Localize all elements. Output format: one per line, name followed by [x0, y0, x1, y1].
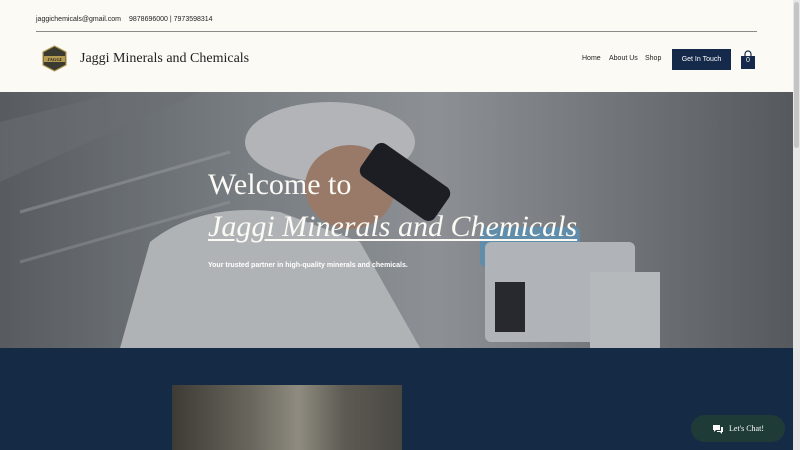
contact-email[interactable]: jaggichemicals@gmail.com — [36, 16, 121, 23]
chat-button[interactable]: Let's Chat! — [691, 415, 785, 442]
scrollbar-thumb[interactable] — [794, 2, 799, 148]
nav-shop[interactable]: Shop — [645, 55, 661, 62]
chat-label: Let's Chat! — [729, 424, 764, 433]
logo-icon[interactable]: JAGGI — [41, 45, 68, 72]
about-section — [0, 348, 793, 450]
nav-about-us[interactable]: About Us — [609, 55, 638, 62]
get-in-touch-button[interactable]: Get In Touch — [672, 49, 731, 70]
hero-subtitle: Your trusted partner in high-quality min… — [208, 262, 408, 269]
logo-text: JAGGI — [47, 57, 62, 62]
nav-home[interactable]: Home — [582, 55, 601, 62]
contact-phones: 9878696000 | 7973598314 — [129, 16, 213, 23]
contact-bar: jaggichemicals@gmail.com 9878696000 | 79… — [0, 0, 793, 32]
page-scrollbar[interactable] — [793, 0, 800, 450]
hero-title: Welcome to — [208, 168, 352, 201]
brand-name[interactable]: Jaggi Minerals and Chemicals — [80, 51, 249, 67]
chat-bubbles-icon — [713, 424, 723, 434]
site-header: JAGGI Jaggi Minerals and Chemicals Home … — [0, 32, 793, 92]
hero-banner: Welcome to Jaggi Minerals and Chemicals … — [0, 92, 793, 348]
section-photo — [172, 385, 402, 450]
hero-title-link[interactable]: Jaggi Minerals and Chemicals — [208, 210, 577, 244]
cart-button[interactable]: 0 — [740, 50, 756, 70]
cart-count: 0 — [746, 57, 750, 64]
